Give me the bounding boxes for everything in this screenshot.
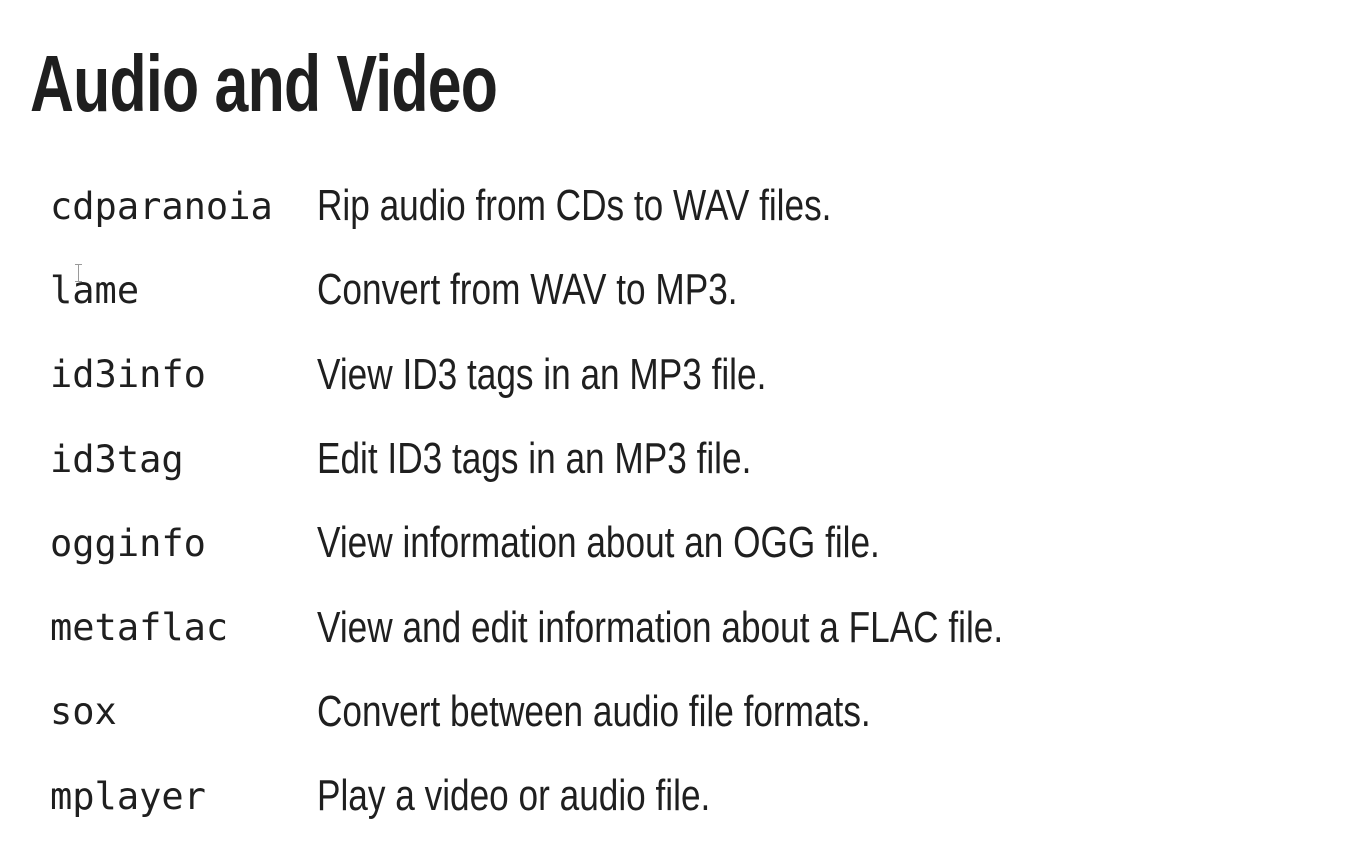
command-description: Convert from WAV to MP3. — [317, 265, 738, 315]
cursor-stem — [78, 265, 79, 281]
table-row: cdparanoia Rip audio from CDs to WAV fil… — [50, 164, 1310, 248]
command-description: Convert between audio file formats. — [317, 686, 871, 736]
text-cursor-icon — [75, 263, 83, 283]
command-description: View and edit information about a FLAC f… — [317, 602, 1004, 652]
page-title: Audio and Video — [30, 39, 498, 128]
command-description: Play a video or audio file. — [317, 771, 711, 821]
command-name: mplayer — [50, 774, 206, 818]
command-name: id3info — [50, 353, 206, 397]
table-row: lame Convert from WAV to MP3. — [50, 248, 1310, 332]
table-row: id3tag Edit ID3 tags in an MP3 file. — [50, 417, 1310, 501]
table-row: sox Convert between audio file formats. — [50, 670, 1310, 754]
cursor-cap-bottom — [75, 281, 82, 282]
command-description: View information about an OGG file. — [317, 518, 880, 568]
table-row: metaflac View and edit information about… — [50, 585, 1310, 669]
command-name: ogginfo — [50, 521, 206, 565]
command-table: cdparanoia Rip audio from CDs to WAV fil… — [50, 164, 1310, 838]
command-description: Edit ID3 tags in an MP3 file. — [317, 434, 752, 484]
command-name: metaflac — [50, 606, 229, 650]
document-page: Audio and Video cdparanoia Rip audio fro… — [0, 0, 1366, 851]
command-description: View ID3 tags in an MP3 file. — [317, 349, 767, 399]
command-name: lame — [50, 268, 140, 312]
command-name: cdparanoia — [50, 184, 273, 228]
table-row: id3info View ID3 tags in an MP3 file. — [50, 333, 1310, 417]
table-row: ogginfo View information about an OGG fi… — [50, 501, 1310, 585]
command-name: sox — [50, 690, 117, 734]
command-description: Rip audio from CDs to WAV files. — [317, 181, 832, 231]
table-row: mplayer Play a video or audio file. — [50, 754, 1310, 838]
command-name: id3tag — [50, 437, 184, 481]
